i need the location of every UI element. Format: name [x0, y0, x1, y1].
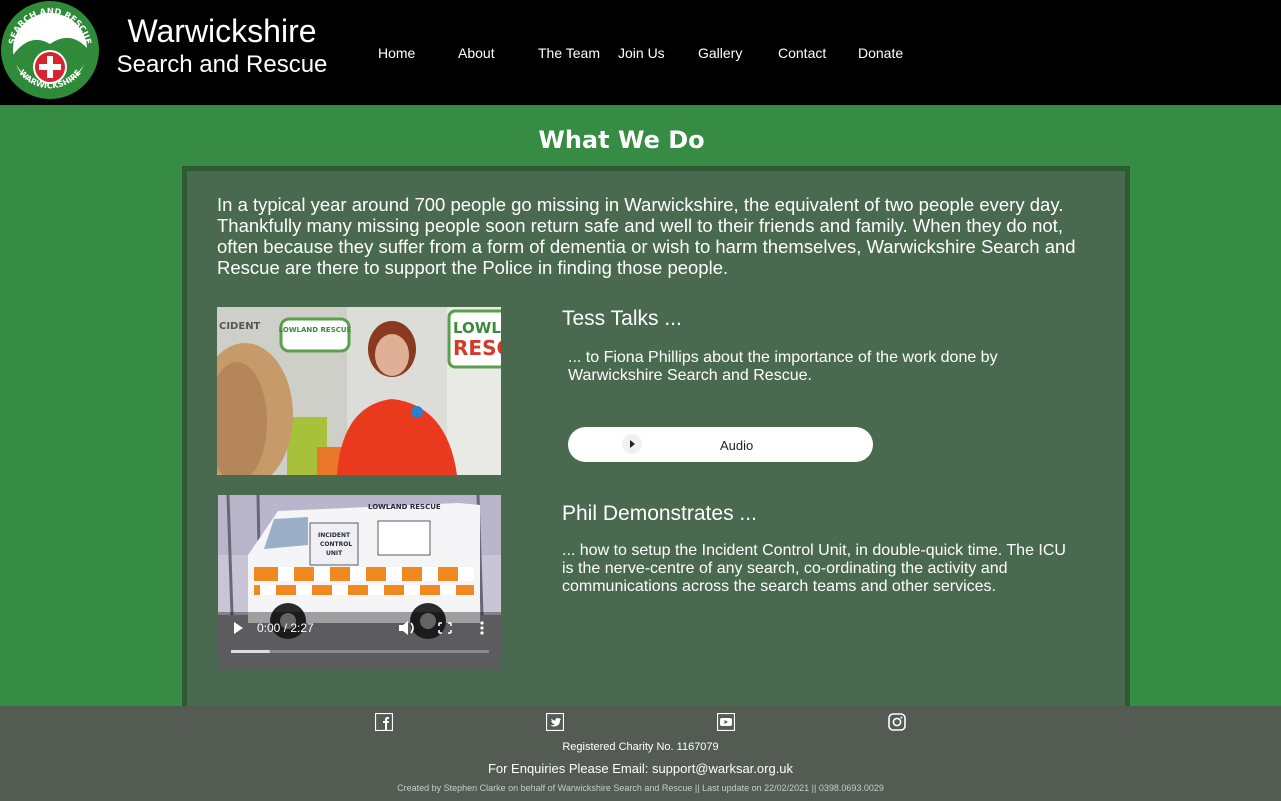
intro-text: In a typical year around 700 people go m… — [217, 194, 1076, 278]
nav-donate[interactable]: Donate — [858, 45, 903, 61]
svg-text:RESC: RESC — [453, 336, 501, 360]
tess-interview-image: LOWLAND RESCUE LOWLA RESC CIDENT — [217, 307, 501, 475]
logo[interactable]: SEARCH AND RESCUE WARWICKSHIRE — [0, 0, 101, 100]
charity-number: Registered Charity No. 1167079 — [562, 741, 719, 753]
audio-label: Audio — [720, 438, 754, 453]
nav-home[interactable]: Home — [378, 45, 415, 61]
svg-text:LOWLAND RESCUE: LOWLAND RESCUE — [368, 503, 441, 511]
site-header: SEARCH AND RESCUE WARWICKSHIRE Warwicksh… — [0, 0, 1281, 105]
nav-join-us[interactable]: Join Us — [618, 45, 665, 61]
volume-icon[interactable] — [399, 621, 414, 635]
item-description-tess: ... to Fiona Phillips about the importan… — [568, 349, 998, 384]
nav-the-team[interactable]: The Team — [538, 45, 600, 61]
svg-text:INCIDENT: INCIDENT — [318, 532, 351, 539]
site-title: Warwickshire Search and Rescue — [112, 12, 332, 80]
item-title-tess: Tess Talks ... — [562, 307, 682, 330]
fullscreen-icon[interactable] — [438, 622, 452, 634]
item-description-phil: ... how to setup the Incident Control Un… — [562, 542, 1066, 595]
nav-about[interactable]: About — [458, 45, 495, 61]
audio-player[interactable]: Audio — [568, 427, 873, 462]
svg-text:CONTROL: CONTROL — [320, 541, 352, 548]
instagram-icon[interactable] — [888, 713, 906, 731]
svg-text:LOWLAND RESCUE: LOWLAND RESCUE — [279, 326, 352, 334]
enquiries-email[interactable]: For Enquiries Please Email: support@wark… — [0, 761, 1281, 776]
svg-text:UNIT: UNIT — [326, 550, 343, 557]
nav-contact[interactable]: Contact — [778, 45, 826, 61]
site-title-line1: Warwickshire — [127, 13, 317, 49]
svg-text:LOWLA: LOWLA — [453, 319, 501, 337]
svg-text:CIDENT: CIDENT — [219, 321, 261, 332]
video-progress-fill — [231, 650, 270, 653]
play-icon — [630, 440, 635, 448]
video-progress-track[interactable] — [231, 650, 489, 653]
item-title-phil: Phil Demonstrates ... — [562, 502, 757, 525]
nav-gallery[interactable]: Gallery — [698, 45, 742, 61]
footer-credits: Created by Stephen Clarke on behalf of W… — [397, 783, 884, 793]
site-title-line2: Search and Rescue — [116, 51, 328, 78]
more-options-icon[interactable] — [480, 621, 484, 635]
video-play-icon[interactable] — [234, 622, 243, 634]
page-title: What We Do — [538, 126, 705, 154]
twitter-icon[interactable] — [546, 713, 564, 731]
youtube-icon[interactable] — [717, 713, 735, 731]
facebook-icon[interactable] — [375, 713, 393, 731]
video-time: 0:00 / 2:27 — [257, 621, 314, 635]
play-button[interactable] — [622, 434, 642, 454]
